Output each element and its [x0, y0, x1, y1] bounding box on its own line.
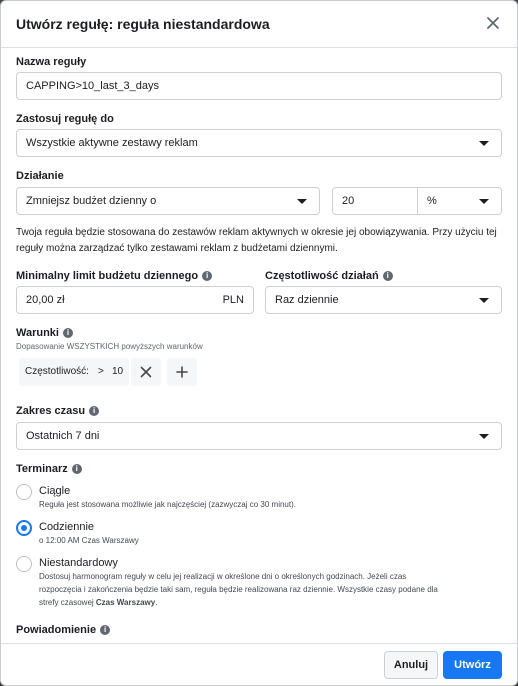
action-amount-input[interactable]: 20: [342, 188, 354, 214]
desc-text: .: [155, 598, 158, 607]
plus-icon: [176, 366, 188, 378]
remove-condition-button[interactable]: [131, 358, 161, 386]
schedule-radio-daily[interactable]: [16, 520, 32, 536]
info-icon[interactable]: i: [202, 271, 213, 281]
info-icon[interactable]: i: [382, 271, 393, 281]
condition-operator: >: [98, 366, 104, 377]
dialog-footer: Anuluj Utwórz: [1, 643, 517, 685]
min-budget-input[interactable]: 20,00 zł PLN: [16, 286, 254, 314]
rule-name-label: Nazwa reguły: [16, 56, 87, 68]
chevron-down-icon: [479, 298, 489, 303]
conditions-subtitle: Dopasowanie WSZYSTKICH powyższych warunk…: [16, 342, 203, 351]
apply-to-label: Zastosuj regułę do: [16, 113, 114, 125]
rule-name-value: CAPPING>10_last_3_days: [26, 80, 159, 92]
frequency-label-text: Częstotliwość działań: [265, 270, 379, 282]
action-select[interactable]: Zmniejsz budżet dzienny o: [16, 187, 320, 215]
schedule-radio-custom[interactable]: [16, 556, 32, 572]
schedule-option-desc-line: rozpoczęcia i zakończenia będzie taki sa…: [39, 585, 438, 594]
schedule-option-desc-line: Dostosuj harmonogram reguły w celu jej r…: [39, 572, 407, 581]
schedule-label-text: Terminarz: [16, 463, 68, 475]
frequency-label: Częstotliwość działań i: [265, 270, 393, 282]
currency-label: PLN: [222, 294, 244, 306]
action-label: Działanie: [16, 170, 64, 182]
chevron-down-icon: [479, 141, 489, 146]
info-icon[interactable]: i: [100, 625, 111, 635]
time-range-value: Ostatnich 7 dni: [26, 430, 100, 442]
schedule-option-desc: o 12:00 AM Czas Warszawy: [39, 536, 139, 545]
apply-to-value: Wszystkie aktywne zestawy reklam: [26, 137, 198, 149]
add-condition-button[interactable]: [167, 358, 197, 386]
chevron-down-icon: [297, 199, 307, 204]
info-icon[interactable]: i: [89, 406, 100, 416]
action-unit-select[interactable]: %: [427, 188, 437, 214]
notification-label-text: Powiadomienie: [16, 624, 97, 636]
condition-chip[interactable]: Częstotliwość: > 10: [19, 358, 129, 386]
notification-label: Powiadomienie i: [16, 624, 111, 636]
schedule-radio-continuous[interactable]: [16, 484, 32, 500]
rule-name-input[interactable]: CAPPING>10_last_3_days: [16, 72, 502, 100]
schedule-option-desc-line: strefy czasowej Czas Warszawy.: [39, 596, 157, 609]
cancel-button[interactable]: Anuluj: [384, 651, 438, 679]
create-button[interactable]: Utwórz: [443, 651, 502, 679]
condition-metric: Częstotliwość:: [25, 366, 89, 377]
dialog-header: Utwórz regułę: reguła niestandardowa: [1, 1, 517, 48]
conditions-label-text: Warunki: [16, 327, 59, 339]
close-icon: [140, 366, 152, 378]
timezone-name: Czas Warszawy: [95, 598, 156, 607]
action-amount-group: 20 %: [332, 187, 502, 215]
schedule-label: Terminarz i: [16, 463, 82, 475]
create-rule-dialog: Utwórz regułę: reguła niestandardowa Naz…: [0, 0, 518, 686]
action-help-text: Twoja reguła będzie stosowana do zestawó…: [16, 227, 497, 254]
desc-text: strefy czasowej: [39, 598, 96, 607]
time-range-select[interactable]: Ostatnich 7 dni: [16, 422, 502, 450]
conditions-label: Warunki i: [16, 327, 73, 339]
schedule-option-title: Codziennie: [39, 521, 95, 533]
info-icon[interactable]: i: [63, 328, 73, 338]
dialog-body: Nazwa reguły CAPPING>10_last_3_days Zast…: [1, 48, 517, 643]
close-icon[interactable]: [485, 15, 501, 31]
frequency-value: Raz dziennie: [275, 294, 339, 306]
info-icon[interactable]: i: [71, 464, 82, 474]
min-budget-label: Minimalny limit budżetu dziennego i: [16, 270, 213, 282]
min-budget-value: 20,00 zł: [26, 294, 65, 306]
dialog-title: Utwórz regułę: reguła niestandardowa: [16, 16, 270, 32]
time-range-label: Zakres czasu i: [16, 405, 100, 417]
apply-to-select[interactable]: Wszystkie aktywne zestawy reklam: [16, 129, 502, 157]
min-budget-label-text: Minimalny limit budżetu dziennego: [16, 270, 199, 282]
schedule-option-title: Niestandardowy: [39, 557, 118, 569]
divider: [417, 188, 418, 214]
chevron-down-icon: [479, 199, 489, 204]
frequency-select[interactable]: Raz dziennie: [265, 286, 502, 314]
schedule-option-title: Ciągle: [39, 485, 71, 497]
condition-value: 10: [112, 366, 124, 377]
schedule-option-desc: Reguła jest stosowana możliwie jak najcz…: [39, 500, 296, 509]
time-range-label-text: Zakres czasu: [16, 405, 86, 417]
chevron-down-icon: [479, 434, 489, 439]
action-value: Zmniejsz budżet dzienny o: [26, 195, 157, 207]
